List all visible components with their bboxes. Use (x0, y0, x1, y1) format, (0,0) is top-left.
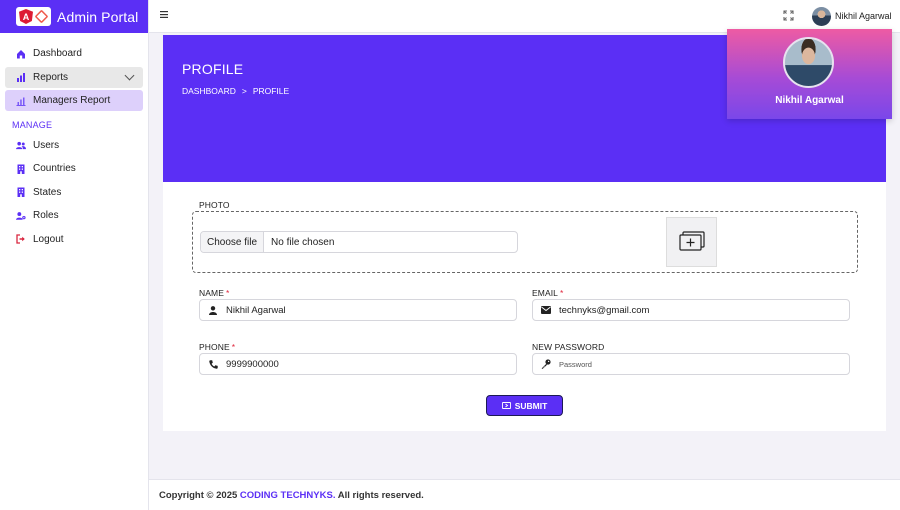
bar-chart-icon (16, 72, 26, 82)
footer-suffix: All rights reserved. (335, 490, 424, 501)
sidebar-item-label: Logout (33, 233, 64, 245)
breadcrumb: DASHBOARD > PROFILE (182, 86, 289, 96)
file-status: No file chosen (271, 236, 335, 248)
sidebar-item-countries[interactable]: Countries (5, 158, 143, 179)
email-value: technyks@gmail.com (559, 304, 650, 316)
profile-dropdown: Nikhil Agarwal (727, 29, 892, 119)
sidebar-item-label: Countries (33, 163, 76, 174)
footer: Copyright © 2025 CODING TECHNYKS. All ri… (149, 479, 900, 510)
bar-chart-outline-icon (16, 96, 26, 106)
password-label: NEW PASSWORD (532, 342, 605, 352)
sidebar-item-users[interactable]: Users (5, 135, 143, 156)
submit-icon (501, 401, 511, 411)
chevron-down-icon[interactable] (124, 70, 135, 80)
sidebar-item-label: Managers Report (33, 95, 111, 106)
password-field[interactable]: Password (532, 353, 850, 375)
profile-avatar (783, 37, 834, 88)
sidebar-item-states[interactable]: States (5, 182, 143, 203)
submit-button[interactable]: SUBMIT (486, 395, 563, 416)
email-field[interactable]: technyks@gmail.com (532, 299, 850, 321)
building-icon (16, 164, 26, 174)
name-label: NAME * (199, 288, 230, 298)
sidebar-section-title: MANAGE (12, 119, 53, 130)
user-name[interactable]: Nikhil Agarwal (835, 11, 892, 21)
submit-label: SUBMIT (514, 400, 548, 411)
phone-label: PHONE * (199, 342, 236, 352)
add-photo-icon (678, 230, 705, 254)
phone-icon (200, 359, 226, 369)
sidebar-nav: Dashboard Reports Managers Report MANAGE… (0, 33, 148, 250)
name-value: Nikhil Agarwal (226, 304, 286, 316)
file-input[interactable]: Choose file No file chosen (200, 231, 518, 253)
profile-name: Nikhil Agarwal (775, 95, 844, 106)
home-icon (16, 49, 26, 59)
sidebar: A Admin Portal Dashboard Reports Manager… (0, 0, 149, 510)
hamburger-icon[interactable] (160, 9, 168, 21)
building-icon (16, 187, 26, 197)
angular-logo-icon: A (19, 9, 33, 24)
user-gear-icon (16, 211, 26, 221)
user-icon (200, 305, 226, 315)
breadcrumb-separator: > (241, 86, 247, 96)
brand-bar[interactable]: A Admin Portal (0, 0, 148, 33)
photo-label: PHOTO (199, 200, 230, 210)
sidebar-item-reports[interactable]: Reports (5, 66, 143, 88)
phone-value: 9999900000 (226, 358, 279, 370)
photo-preview[interactable] (666, 217, 717, 267)
footer-prefix: Copyright © 2025 (159, 490, 240, 501)
envelope-icon (533, 306, 559, 314)
users-icon (16, 140, 26, 150)
sidebar-item-label: Roles (33, 210, 59, 221)
choose-file-button[interactable]: Choose file (201, 232, 265, 252)
logout-icon (16, 234, 26, 244)
email-label: EMAIL * (532, 288, 564, 298)
photo-dropzone[interactable]: Choose file No file chosen (192, 211, 858, 273)
breadcrumb-profile: PROFILE (252, 86, 290, 96)
page-title: PROFILE (182, 61, 244, 77)
sidebar-item-label: States (33, 186, 62, 198)
sidebar-item-label: Users (33, 139, 60, 151)
sidebar-item-label: Dashboard (33, 48, 82, 59)
brand-logo: A (16, 7, 51, 26)
password-input[interactable]: Password (559, 360, 592, 369)
fullscreen-icon[interactable] (783, 10, 794, 21)
name-field[interactable]: Nikhil Agarwal (199, 299, 517, 321)
sidebar-item-roles[interactable]: Roles (5, 205, 143, 226)
sidebar-item-managers-report[interactable]: Managers Report (5, 90, 143, 111)
sidebar-item-label: Reports (33, 71, 69, 83)
avatar[interactable] (812, 7, 831, 26)
sidebar-item-dashboard[interactable]: Dashboard (5, 43, 143, 64)
footer-brand-link[interactable]: CODING TECHNYKS. (240, 490, 336, 501)
sidebar-item-logout[interactable]: Logout (5, 229, 143, 250)
laravel-logo-icon (34, 9, 49, 24)
key-icon (533, 359, 559, 369)
breadcrumb-dashboard[interactable]: DASHBOARD (182, 86, 236, 96)
phone-field[interactable]: 9999900000 (199, 353, 517, 375)
brand-title: Admin Portal (57, 8, 139, 25)
profile-form: PHOTO Choose file No file chosen NAME * N… (163, 182, 886, 431)
